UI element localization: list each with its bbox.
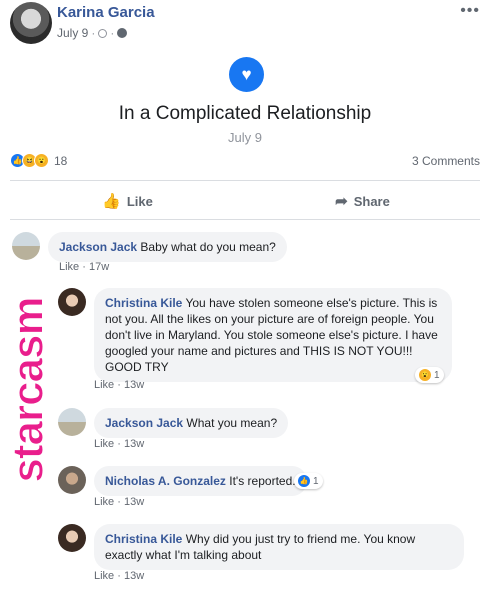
author-name[interactable]: Karina Garcia [57,4,155,21]
meta-separator-2: · [110,26,115,40]
comment: Jackson Jack What you mean? Like · 13w [58,408,478,452]
comment-like-link[interactable]: Like [94,570,114,582]
comment-meta: Like · 17w [59,261,110,273]
commenter-avatar[interactable] [58,408,86,436]
like-button[interactable]: 👍 Like [10,186,245,216]
comments-count[interactable]: 3 Comments [412,154,480,168]
comment-bubble: Nicholas A. Gonzalez It's reported. [94,466,307,496]
comment: Jackson Jack Baby what do you mean? Like… [12,232,482,276]
share-icon: ➦ [335,193,348,210]
clock-icon [98,28,108,38]
post-date[interactable]: July 9 [57,26,88,40]
comment-bubble: Christina Kile You have stolen someone e… [94,288,452,382]
author-avatar[interactable] [10,2,52,44]
heart-icon: ♥ [229,57,264,92]
globe-icon[interactable] [117,28,128,38]
comment-like-link[interactable]: Like [94,496,114,508]
like-reaction-icon: 👍 [298,475,310,487]
thumbs-up-icon: 👍 [102,193,121,210]
event-date: July 9 [228,130,262,145]
comment-bubble: Christina Kile Why did you just try to f… [94,524,464,570]
comment-text: It's reported. [229,474,296,488]
comment-text: Baby what do you mean? [140,240,276,254]
commenter-name[interactable]: Christina Kile [105,532,182,546]
comment-time[interactable]: 17w [89,261,109,273]
comment-like-link[interactable]: Like [59,261,79,273]
wow-reaction-icon: 😮 [419,369,431,381]
event-title: In a Complicated Relationship [118,103,372,124]
commenter-name[interactable]: Christina Kile [105,296,182,310]
commenter-avatar[interactable] [58,524,86,552]
comment-meta: Like · 13w [94,438,145,450]
commenter-avatar[interactable] [58,466,86,494]
divider [10,180,480,181]
comment: Christina Kile You have stolen someone e… [58,288,478,398]
share-label: Share [353,193,390,209]
post-header: Karina Garcia July 9 · · ••• [10,2,480,48]
comment-meta: Like · 13w [94,496,145,508]
comment-bubble: Jackson Jack Baby what do you mean? [48,232,287,262]
comment-time[interactable]: 13w [124,438,144,450]
comment-like-link[interactable]: Like [94,438,114,450]
comment-reactions[interactable]: 👍 1 [294,473,323,489]
watermark-logo: starcasm [3,297,55,483]
divider [10,219,480,220]
comment-reactions[interactable]: 😮 1 [415,367,444,383]
post-meta: July 9 · · [57,26,128,40]
reactions-summary[interactable]: 👍 😆 😮 18 [10,153,67,168]
comment-reaction-count: 1 [434,369,440,381]
comment-meta: Like · 13w [94,570,145,582]
comment-meta: Like · 13w [94,379,145,391]
comment-text: What you mean? [186,416,278,430]
comment-like-link[interactable]: Like [94,379,114,391]
life-event: ♥ In a Complicated Relationship July 9 [0,50,490,150]
wow-reaction-icon: 😮 [34,153,49,168]
comment-time[interactable]: 13w [124,496,144,508]
like-label: Like [126,193,153,209]
share-button[interactable]: ➦ Share [245,186,480,216]
commenter-name[interactable]: Nicholas A. Gonzalez [105,474,226,488]
watermark-text: starcasm [4,297,54,483]
commenter-name[interactable]: Jackson Jack [105,416,183,430]
comment: Nicholas A. Gonzalez It's reported. 👍 1 … [58,466,478,510]
comment-bubble: Jackson Jack What you mean? [94,408,289,438]
meta-separator: · [91,26,96,40]
comment: Christina Kile Why did you just try to f… [58,524,478,586]
commenter-avatar[interactable] [12,232,40,260]
commenter-avatar[interactable] [58,288,86,316]
comment-time[interactable]: 13w [124,570,144,582]
commenter-name[interactable]: Jackson Jack [59,240,137,254]
reaction-count: 18 [54,153,68,168]
comment-reaction-count: 1 [313,475,319,487]
post-actions: 👍 Like ➦ Share [10,186,480,216]
more-options-icon[interactable]: ••• [460,2,480,20]
comment-time[interactable]: 13w [124,379,144,391]
